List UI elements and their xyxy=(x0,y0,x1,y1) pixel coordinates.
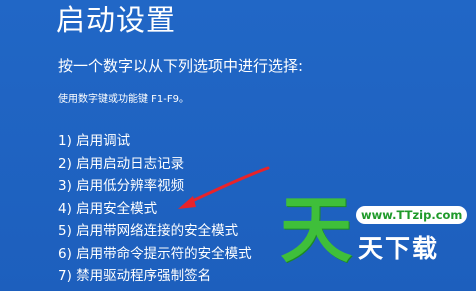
page-title: 启动设置 xyxy=(56,3,177,37)
site-watermark: 天 www.TTzip.com 天下载 xyxy=(280,190,470,285)
instruction-text: 按一个数字以从下列选项中进行选择: xyxy=(58,57,304,75)
hint-text: 使用数字键或功能键 F1-F9。 xyxy=(58,94,190,105)
boot-option-debugging[interactable]: 1) 启用调试 xyxy=(58,130,252,153)
boot-settings-screen: 启动设置 按一个数字以从下列选项中进行选择: 使用数字键或功能键 F1-F9。 … xyxy=(0,0,476,291)
watermark-url: www.TTzip.com xyxy=(356,206,468,224)
boot-option-disable-driver-signature[interactable]: 7) 禁用驱动程序强制签名 xyxy=(58,265,252,288)
watermark-logo-icon: 天 xyxy=(280,188,353,272)
boot-option-safe-mode-networking[interactable]: 5) 启用带网络连接的安全模式 xyxy=(58,220,252,243)
boot-options-list: 1) 启用调试 2) 启用启动日志记录 3) 启用低分辨率视频 4) 启用安全模… xyxy=(58,130,252,288)
boot-option-safe-mode[interactable]: 4) 启用安全模式 xyxy=(58,198,252,221)
boot-option-low-res-video[interactable]: 3) 启用低分辨率视频 xyxy=(58,175,252,198)
boot-option-boot-logging[interactable]: 2) 启用启动日志记录 xyxy=(58,153,252,176)
watermark-sub-text: 天下载 xyxy=(358,234,440,263)
boot-option-safe-mode-command-prompt[interactable]: 6) 启用带命令提示符的安全模式 xyxy=(58,243,252,266)
